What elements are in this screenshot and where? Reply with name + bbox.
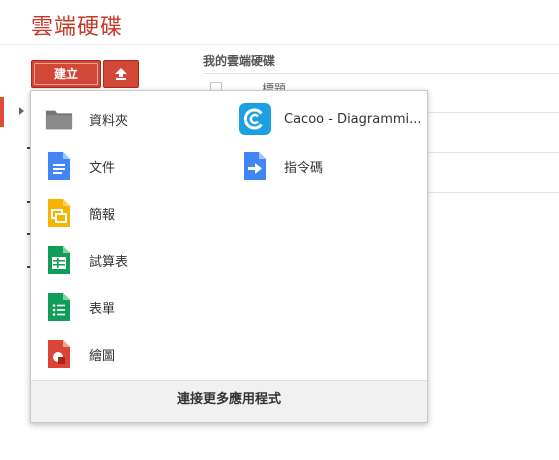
- nav-expand-arrow-icon[interactable]: [19, 107, 24, 115]
- create-menu: 資料夾 文件 簡報 試算表 表單 繪圖 Cacoo - Diagrammi...…: [30, 90, 428, 423]
- menu-item-label: Cacoo - Diagrammi...: [284, 111, 422, 127]
- menu-item-label: 試算表: [89, 254, 129, 270]
- menu-item-folder[interactable]: 資料夾: [45, 99, 128, 139]
- folder-icon: [45, 104, 73, 134]
- menu-item-cacoo[interactable]: Cacoo - Diagrammi...: [239, 99, 422, 139]
- menu-item-sheets[interactable]: 試算表: [45, 240, 128, 280]
- sheets-icon: [45, 245, 73, 275]
- menu-item-label: 文件: [89, 160, 116, 176]
- menu-item-slides[interactable]: 簡報: [45, 193, 115, 233]
- menu-item-label: 指令碼: [284, 160, 324, 176]
- drawings-icon: [45, 339, 73, 369]
- menu-item-forms[interactable]: 表單: [45, 287, 115, 327]
- menu-item-script[interactable]: 指令碼: [239, 146, 323, 186]
- cacoo-icon: [239, 103, 271, 135]
- list-divider: [203, 73, 559, 74]
- forms-icon: [45, 292, 73, 322]
- docs-icon: [45, 151, 73, 181]
- menu-item-label: 繪圖: [89, 348, 116, 364]
- script-icon: [239, 151, 271, 181]
- menu-item-drawings[interactable]: 繪圖: [45, 334, 115, 374]
- breadcrumb[interactable]: 我的雲端硬碟: [203, 52, 275, 69]
- menu-item-label: 簡報: [89, 207, 116, 223]
- upload-icon: [115, 68, 127, 80]
- slides-icon: [45, 198, 73, 228]
- menu-item-label: 資料夾: [89, 113, 129, 129]
- connect-more-apps-button[interactable]: 連接更多應用程式: [31, 380, 427, 422]
- upload-button[interactable]: [103, 60, 139, 88]
- nav-selected-indicator: [0, 97, 4, 127]
- create-button[interactable]: 建立: [31, 60, 101, 88]
- app-title: 雲端硬碟: [31, 15, 124, 40]
- header-divider: [0, 44, 559, 45]
- menu-item-docs[interactable]: 文件: [45, 146, 115, 186]
- menu-item-label: 表單: [89, 301, 116, 317]
